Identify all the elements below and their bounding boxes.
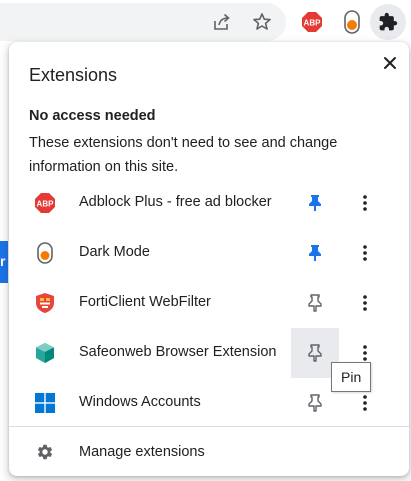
popup-title: Extensions [29,65,118,85]
more-options-button[interactable] [349,178,381,228]
safeonweb-icon [34,342,56,364]
svg-text:ABP: ABP [37,200,55,209]
pin-icon [308,344,322,362]
more-vert-icon [363,295,367,311]
pin-tooltip: Pin [331,362,372,392]
page-content-edge: r [0,241,8,283]
page-edge-glyph: r [0,253,6,269]
close-icon [384,57,396,69]
section-description: These extensions don't need to see and c… [29,135,338,175]
extension-name: Windows Accounts [79,394,201,410]
dark-mode-icon [34,242,56,264]
extension-name: Dark Mode [79,244,150,260]
manage-extensions-button[interactable]: Manage extensions [9,429,409,475]
more-options-button[interactable] [349,278,381,328]
dark-mode-icon[interactable] [338,8,366,36]
manage-extensions-label: Manage extensions [79,444,205,460]
share-icon[interactable] [208,8,236,36]
more-vert-icon [363,345,367,361]
pinned-icon [309,245,321,261]
address-bar[interactable] [0,3,286,41]
adblock-plus-icon: ABP [34,192,56,214]
pin-button[interactable] [291,228,339,278]
more-options-button[interactable] [349,228,381,278]
bookmark-star-icon[interactable] [248,8,276,36]
pin-button[interactable] [291,178,339,228]
extension-row-dark-mode[interactable]: Dark Mode [9,228,409,278]
extension-row-forticlient[interactable]: FortiClient WebFilter [9,278,409,328]
section-heading: No access needed [29,108,156,124]
browser-toolbar: ABP [0,0,411,44]
divider [9,426,409,427]
gear-icon [35,442,55,462]
extensions-puzzle-icon[interactable] [370,4,406,40]
more-vert-icon [363,195,367,211]
adblock-plus-icon[interactable]: ABP [298,8,326,36]
pin-button[interactable] [291,278,339,328]
more-vert-icon [363,395,367,411]
extension-name: FortiClient WebFilter [79,294,211,310]
pin-icon [308,294,322,312]
extension-name: Adblock Plus - free ad blocker [79,194,272,210]
extension-row-adblock-plus[interactable]: ABP Adblock Plus - free ad blocker [9,178,409,228]
more-vert-icon [363,245,367,261]
pinned-icon [309,195,321,211]
forticlient-icon [34,292,56,314]
close-button[interactable] [378,51,402,75]
extensions-popup: Extensions No access needed These extens… [9,42,409,476]
pin-icon [308,394,322,412]
svg-text:ABP: ABP [304,19,322,28]
extension-name: Safeonweb Browser Extension [79,344,277,360]
windows-icon [34,392,56,414]
